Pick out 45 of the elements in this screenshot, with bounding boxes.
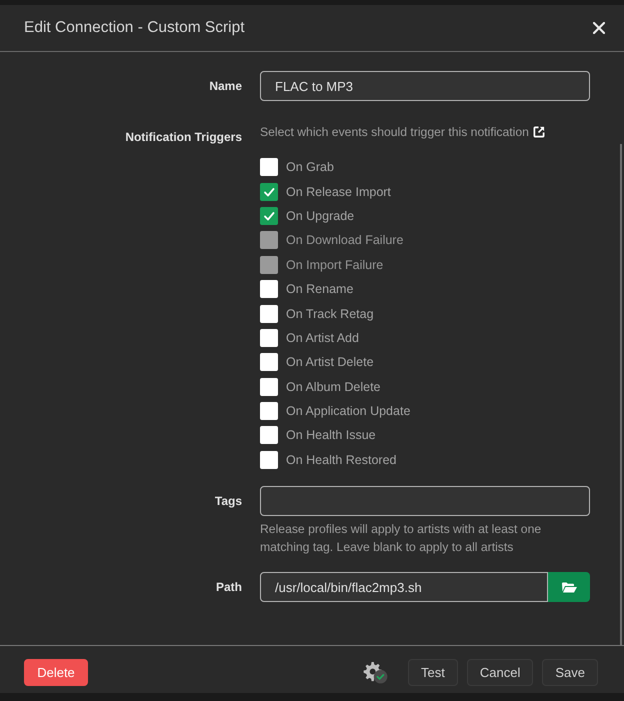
checkbox-label[interactable]: On Rename xyxy=(286,282,354,296)
checkbox-label[interactable]: On Grab xyxy=(286,160,334,174)
checkbox[interactable] xyxy=(260,206,278,225)
footer-button[interactable]: Save xyxy=(542,659,598,686)
gear-check-icon xyxy=(363,662,388,684)
check-icon xyxy=(263,210,275,222)
dialog-title: Edit Connection - Custom Script xyxy=(24,19,245,37)
input-field[interactable]: FLAC to MP3 xyxy=(260,71,590,101)
checkbox-label[interactable]: On Artist Delete xyxy=(286,355,374,370)
folder-icon xyxy=(561,582,577,593)
help-text: Select which events should trigger this notification xyxy=(260,124,529,141)
field-label: Tags xyxy=(214,493,242,510)
footer-button[interactable]: Test xyxy=(408,659,458,686)
field-label: Path xyxy=(214,579,242,596)
tags-field[interactable] xyxy=(260,486,590,516)
close-button[interactable] xyxy=(593,22,605,34)
checkbox[interactable] xyxy=(260,450,278,469)
checkbox-label[interactable]: On Upgrade xyxy=(286,208,354,223)
checkbox[interactable] xyxy=(260,158,278,176)
check-icon xyxy=(263,186,275,198)
checkbox-label[interactable]: On Health Issue xyxy=(286,428,376,442)
checkbox-label[interactable]: On Track Retag xyxy=(286,306,374,321)
path-field[interactable]: /usr/local/bin/flac2mp3.sh xyxy=(260,572,548,602)
help-text: Release profiles will apply to artists with at least one matching tag. Leave blank to apply to all artists xyxy=(260,521,542,556)
checkbox[interactable] xyxy=(260,280,278,298)
field-label: Name xyxy=(208,78,242,95)
footer-button[interactable]: Cancel xyxy=(466,659,534,686)
checkbox-label[interactable]: On Release Import xyxy=(286,184,391,199)
checkbox[interactable] xyxy=(260,353,278,372)
checkbox-label[interactable]: On Application Update xyxy=(286,404,410,418)
checkbox[interactable] xyxy=(260,328,278,347)
delete-button[interactable]: Delete xyxy=(24,659,88,686)
checkbox[interactable] xyxy=(260,378,278,396)
checkbox-label[interactable]: On Album Delete xyxy=(286,380,380,394)
close-icon xyxy=(593,22,605,34)
external-link-icon xyxy=(532,126,545,138)
checkbox-label[interactable]: On Health Restored xyxy=(286,452,396,467)
checkbox[interactable] xyxy=(260,304,278,323)
checkbox[interactable] xyxy=(260,426,278,444)
checkbox-label[interactable]: On Artist Add xyxy=(286,330,359,345)
field-label: Notification Triggers xyxy=(124,129,242,146)
checkbox[interactable] xyxy=(260,182,278,201)
checkbox[interactable] xyxy=(260,402,278,420)
browse-button[interactable] xyxy=(548,572,590,602)
scrollbar[interactable] xyxy=(620,144,622,645)
